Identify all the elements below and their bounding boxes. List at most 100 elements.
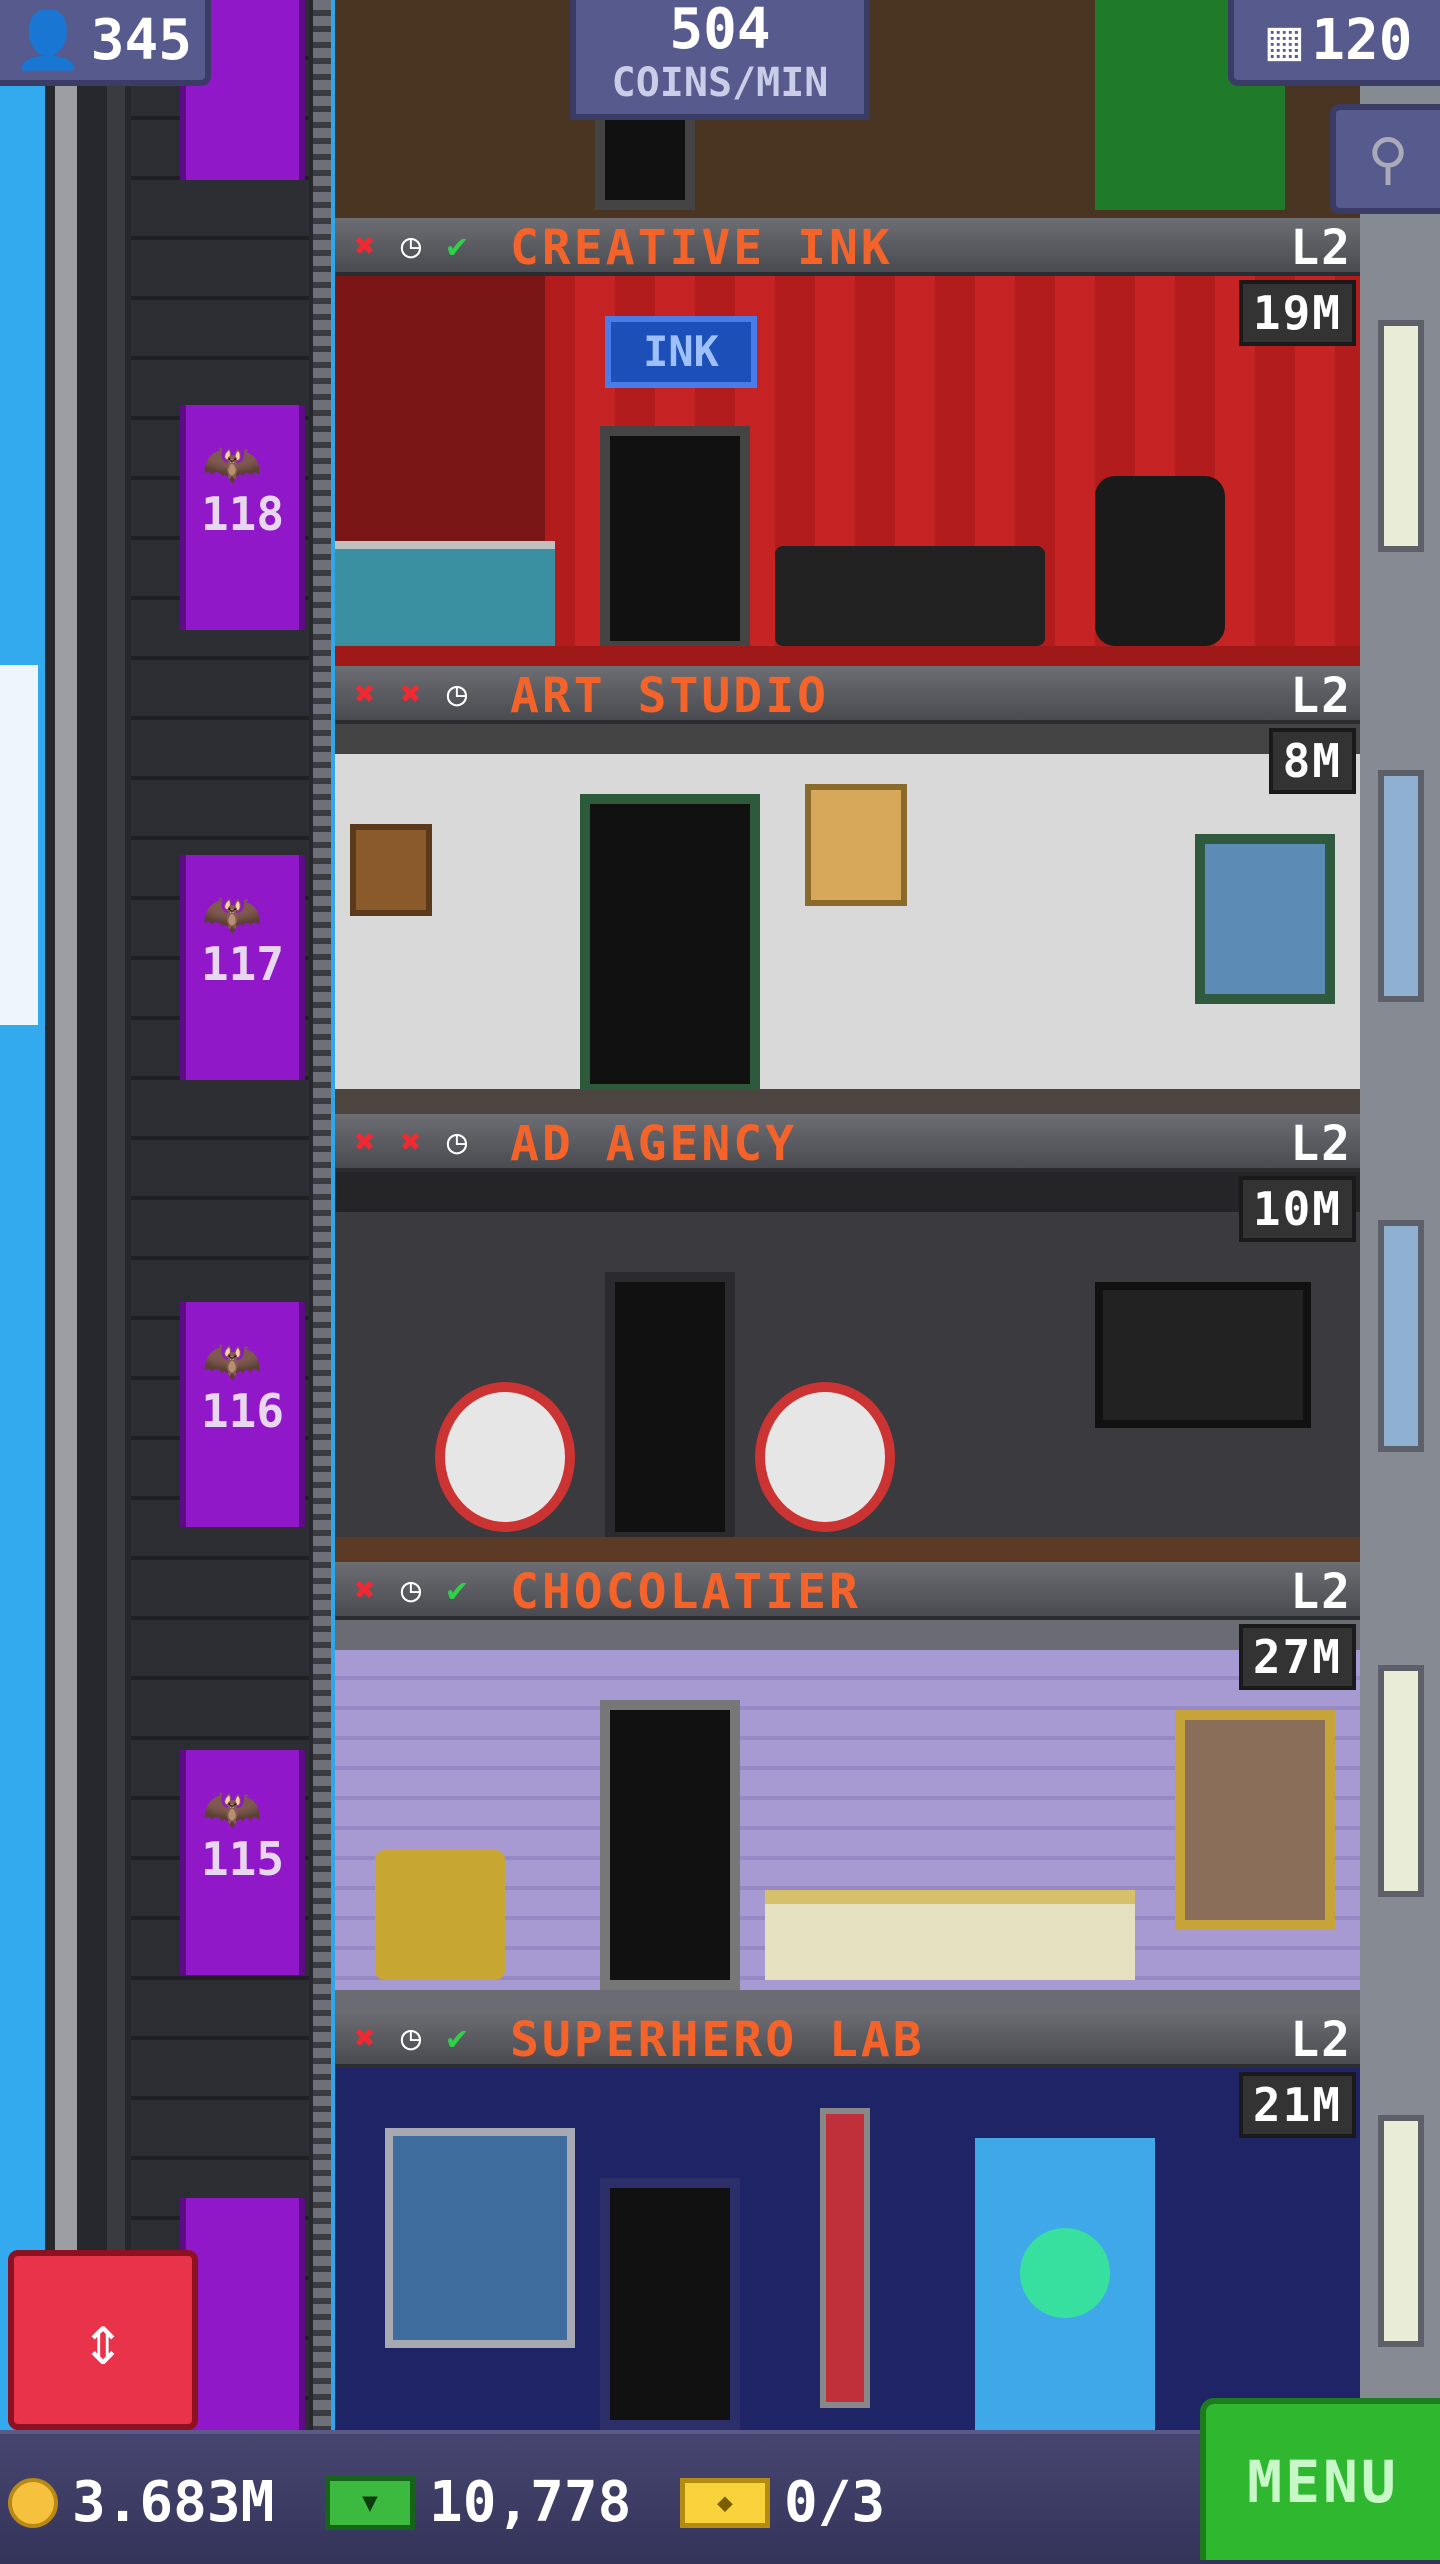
ceiling — [335, 1620, 1360, 1650]
population-counter[interactable]: 👤 345 — [0, 0, 211, 86]
clock-icon: ◷ — [400, 1570, 422, 1610]
floor-strip — [335, 1537, 1360, 1562]
bat-icon: 🦇 — [202, 436, 262, 492]
sky-background — [0, 0, 45, 2430]
egg-chair — [435, 1382, 575, 1532]
lobby-floor-number: 118 — [200, 487, 285, 541]
floor-header: ✖ ✖ ◷ ART STUDIO L2 — [335, 666, 1360, 724]
up-down-arrows-icon: ⇕ — [81, 2299, 125, 2381]
floor-header: ✖ ✖ ◷ AD AGENCY L2 — [335, 1114, 1360, 1172]
floor-strip — [335, 1089, 1360, 1114]
floor-header: ✖ ◷ ✔ CREATIVE INK L2 — [335, 218, 1360, 276]
floor-level: L2 — [1290, 668, 1352, 724]
clock-icon: ◷ — [400, 226, 422, 266]
ceiling — [335, 724, 1360, 754]
ticket-icon: ◆ — [680, 2477, 770, 2528]
bat-icon: 🦇 — [202, 886, 262, 942]
lobby-115: 🦇 115 — [180, 1750, 305, 1975]
shaft-wall — [131, 0, 309, 2430]
room-interior — [335, 1620, 1360, 2010]
cloud — [0, 665, 38, 1025]
coins-per-min-panel: 504 COINS/MIN — [570, 0, 870, 120]
status-icons: ✖ ✖ ◷ — [345, 1122, 477, 1162]
bux-display[interactable]: ▼ 10,778 — [325, 2470, 631, 2535]
floor-level: L2 — [1290, 1564, 1352, 1620]
floor-strip — [335, 646, 1360, 666]
floor-level: L2 — [1290, 220, 1352, 276]
floor-name: AD AGENCY — [510, 1116, 798, 1172]
floor-creative-ink[interactable]: ✖ ◷ ✔ CREATIVE INK L2 INK 19M — [335, 218, 1360, 666]
floor-name: ART STUDIO — [510, 668, 829, 724]
teleporter — [975, 2138, 1155, 2430]
magnifier-icon: ⚲ — [1367, 126, 1409, 192]
portal-orb — [1020, 2228, 1110, 2318]
elevator-shaft[interactable]: 🦇 118 🦇 117 🦇 116 🦇 115 — [45, 0, 331, 2430]
coins-display[interactable]: 3.683M — [8, 2470, 274, 2535]
lobby-floor-number: 117 — [200, 937, 285, 991]
ink-sign: INK — [605, 316, 757, 388]
menu-label: MENU — [1247, 2448, 1399, 2516]
bux-icon: ▼ — [325, 2475, 415, 2530]
painting — [805, 784, 907, 906]
lobby-floor-number: 115 — [200, 1832, 285, 1886]
check-icon: ✔ — [446, 1570, 468, 1610]
check-icon: ✔ — [446, 2018, 468, 2058]
lobby-116: 🦇 116 — [180, 1302, 305, 1527]
floor-name: SUPERHERO LAB — [510, 2012, 925, 2068]
menu-button[interactable]: MENU — [1200, 2398, 1440, 2560]
hologram-panel — [385, 2128, 575, 2348]
stock-badge: 10M — [1238, 1176, 1356, 1242]
population-value: 345 — [90, 7, 192, 73]
tickets-value: 0/3 — [784, 2470, 886, 2535]
bat-icon: 🦇 — [202, 1333, 262, 1389]
floor-superhero-lab[interactable]: ✖ ◷ ✔ SUPERHERO LAB L2 21M — [335, 2010, 1360, 2430]
building-icon: ▦ — [1267, 7, 1302, 73]
building-edge — [1360, 0, 1440, 2430]
door — [600, 1700, 740, 1990]
stock-badge: 21M — [1238, 2072, 1356, 2138]
tickets-display[interactable]: ◆ 0/3 — [680, 2470, 885, 2535]
floor-count-counter[interactable]: ▦ 120 — [1228, 0, 1440, 86]
x-icon: ✖ — [354, 674, 376, 714]
floor-name: CREATIVE INK — [510, 220, 893, 276]
floor-art-studio[interactable]: ✖ ✖ ◷ ART STUDIO L2 8M — [335, 666, 1360, 1114]
elevator-button[interactable]: ⇕ — [8, 2250, 198, 2430]
glass-counter — [335, 541, 555, 659]
status-icons: ✖ ◷ ✔ — [345, 1570, 477, 1610]
door — [600, 2178, 740, 2430]
room-interior — [335, 2068, 1360, 2430]
coins-per-min-value: 504 — [669, 0, 771, 62]
status-icons: ✖ ◷ ✔ — [345, 226, 477, 266]
painting — [350, 824, 432, 916]
floor-ad-agency[interactable]: ✖ ✖ ◷ AD AGENCY L2 10M — [335, 1114, 1360, 1562]
egg-chair — [755, 1382, 895, 1532]
search-button[interactable]: ⚲ — [1330, 104, 1440, 214]
floor-level: L2 — [1290, 1116, 1352, 1172]
coins-value: 3.683M — [72, 2470, 275, 2535]
check-icon: ✔ — [446, 226, 468, 266]
coins-per-min-label: COINS/MIN — [611, 60, 829, 106]
dna-tube — [820, 2108, 870, 2408]
stock-badge: 27M — [1238, 1624, 1356, 1690]
x-icon: ✖ — [400, 674, 422, 714]
window — [1378, 1220, 1424, 1452]
room-interior — [335, 724, 1360, 1114]
tattoo-chair — [1095, 476, 1225, 646]
person-icon: 👤 — [13, 8, 83, 73]
door — [605, 1272, 735, 1542]
stock-badge: 19M — [1238, 280, 1356, 346]
shaft-rail — [55, 0, 77, 2430]
clock-icon: ◷ — [400, 2018, 422, 2058]
room-interior — [335, 1172, 1360, 1562]
floor-chocolatier[interactable]: ✖ ◷ ✔ CHOCOLATIER L2 27M — [335, 1562, 1360, 2010]
window — [1378, 1665, 1424, 1897]
x-icon: ✖ — [354, 2018, 376, 2058]
couch — [775, 546, 1045, 646]
coin-icon — [8, 2477, 58, 2528]
x-icon: ✖ — [400, 1122, 422, 1162]
floor-name: CHOCOLATIER — [510, 1564, 861, 1620]
chocolate-tank — [1175, 1710, 1335, 1930]
x-icon: ✖ — [354, 226, 376, 266]
window — [1378, 770, 1424, 1002]
window — [1378, 320, 1424, 552]
